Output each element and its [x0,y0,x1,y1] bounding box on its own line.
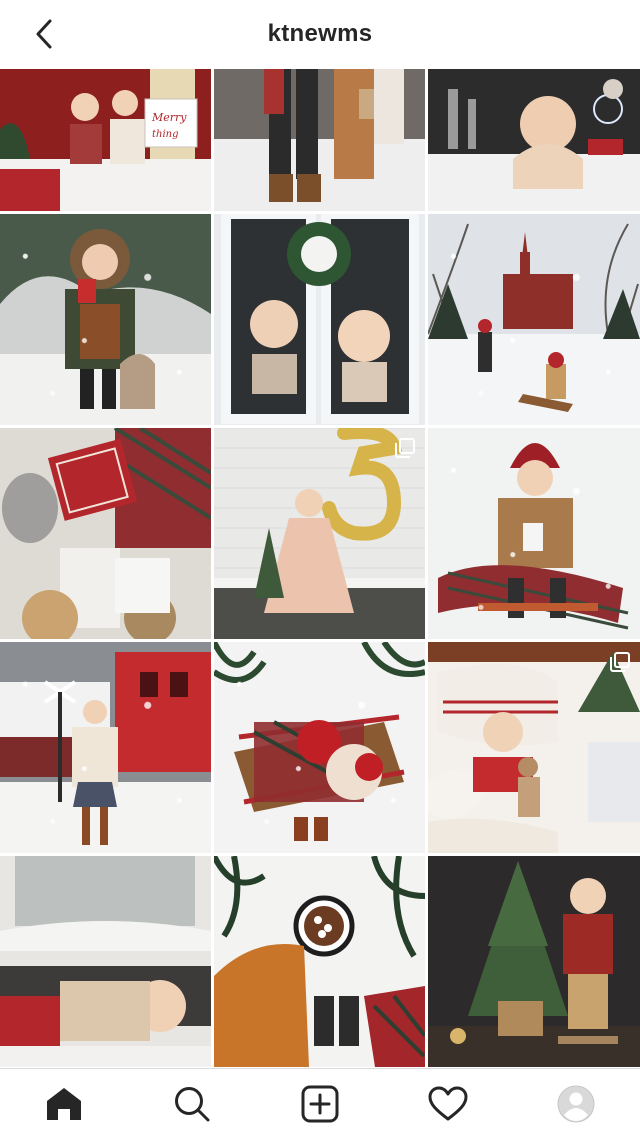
svg-text:Merry: Merry [151,111,187,124]
back-button[interactable] [26,16,62,52]
post-tile[interactable] [214,642,425,853]
home-icon [47,1087,81,1120]
post-tile[interactable] [0,428,211,639]
post-tile[interactable] [428,642,640,853]
profile-header: ktnewms [0,0,640,68]
post-tile[interactable] [0,856,211,1067]
post-photo-toddler-sled [428,428,640,639]
svg-text:thing: thing [152,129,179,140]
post-photo-baby-bath [428,69,640,211]
post-photo-family-legs [214,69,425,211]
post-tile[interactable] [0,214,211,425]
post-photo-kids-in-car [0,856,211,1067]
post-tile[interactable] [214,856,425,1067]
post-tile[interactable] [0,642,211,853]
plus-square-icon [301,1085,339,1122]
post-tile[interactable] [428,428,640,639]
multiple-photos-icon [610,652,630,672]
tab-profile[interactable] [544,1072,608,1136]
post-photo-girl-fur-hood [0,214,211,425]
tab-search[interactable] [160,1072,224,1136]
post-tile[interactable] [428,856,640,1067]
post-photo-girl-train [0,642,211,853]
bottom-tab-bar [0,1068,640,1138]
profile-username: ktnewms [267,20,373,47]
post-tile[interactable] [214,428,425,639]
post-photo-kids-sled-overhead [214,642,425,853]
post-photo-toddler-bed [428,642,640,853]
post-tile[interactable] [214,69,425,211]
post-photo-kids-red-barn: Merry thing [0,69,211,211]
tab-home[interactable] [32,1072,96,1136]
search-icon [175,1086,210,1121]
post-photo-frosty-window [214,214,425,425]
avatar-icon [557,1085,595,1122]
post-tile[interactable] [428,214,640,425]
chevron-left-icon [36,19,52,49]
post-photo-cocoa-mug [214,856,425,1067]
post-photo-boy-christmas-tree [428,856,640,1067]
post-tile[interactable]: Merry thing [0,69,211,211]
heart-icon [428,1086,468,1120]
post-photo-kids-lying-blanket [0,428,211,639]
post-photo-church-sled [428,214,640,425]
post-grid: Merry thing [0,69,640,1067]
post-photo-girl-balloon-5 [214,428,425,639]
tab-new-post[interactable] [288,1072,352,1136]
tab-activity[interactable] [416,1072,480,1136]
post-tile[interactable] [214,214,425,425]
multiple-photos-icon [395,438,415,458]
post-tile[interactable] [428,69,640,211]
